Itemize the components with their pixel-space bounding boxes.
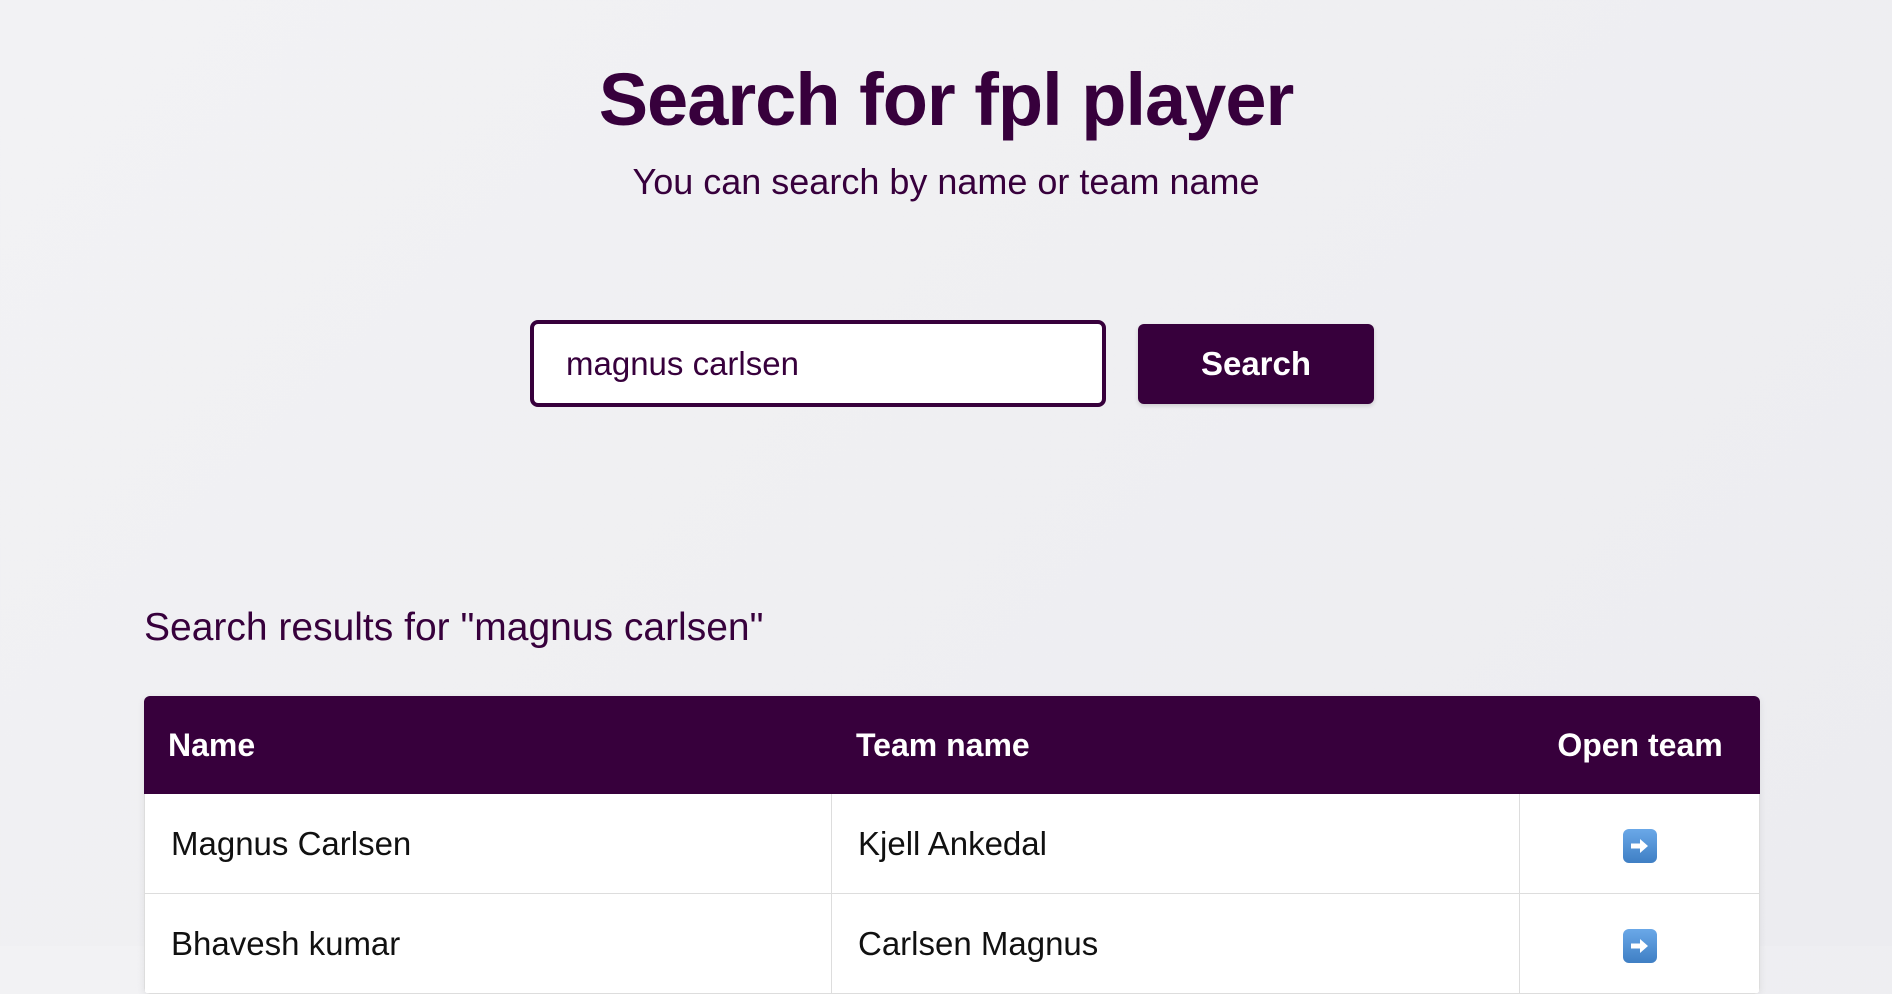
table-header-row: Name Team name Open team bbox=[144, 696, 1760, 794]
right-arrow-glyph bbox=[1630, 838, 1648, 853]
open-team-cell bbox=[1520, 794, 1760, 894]
page-title: Search for fpl player bbox=[598, 58, 1295, 141]
player-name-cell: Bhavesh kumar bbox=[144, 894, 832, 994]
open-team-cell bbox=[1520, 894, 1760, 994]
column-header-name: Name bbox=[144, 696, 832, 794]
page-subtitle: You can search by name or team name bbox=[632, 161, 1260, 202]
team-name-cell: Kjell Ankedal bbox=[832, 794, 1520, 894]
table-row: Magnus Carlsen Kjell Ankedal bbox=[144, 794, 1760, 894]
search-button[interactable]: Search bbox=[1138, 324, 1374, 404]
table-body: Magnus Carlsen Kjell Ankedal Bhavesh kum… bbox=[144, 794, 1760, 994]
results-table: Name Team name Open team Magnus Carlsen … bbox=[144, 696, 1760, 994]
column-header-team-name: Team name bbox=[832, 696, 1520, 794]
player-name-cell: Magnus Carlsen bbox=[144, 794, 832, 894]
results-heading: Search results for "magnus carlsen" bbox=[144, 606, 764, 649]
table-header: Name Team name Open team bbox=[144, 696, 1760, 794]
right-arrow-icon[interactable] bbox=[1622, 828, 1657, 863]
team-name-cell: Carlsen Magnus bbox=[832, 894, 1520, 994]
search-input[interactable] bbox=[530, 320, 1106, 407]
search-form: Search bbox=[530, 320, 1375, 407]
column-header-open-team: Open team bbox=[1520, 696, 1760, 794]
table-row: Bhavesh kumar Carlsen Magnus bbox=[144, 894, 1760, 994]
